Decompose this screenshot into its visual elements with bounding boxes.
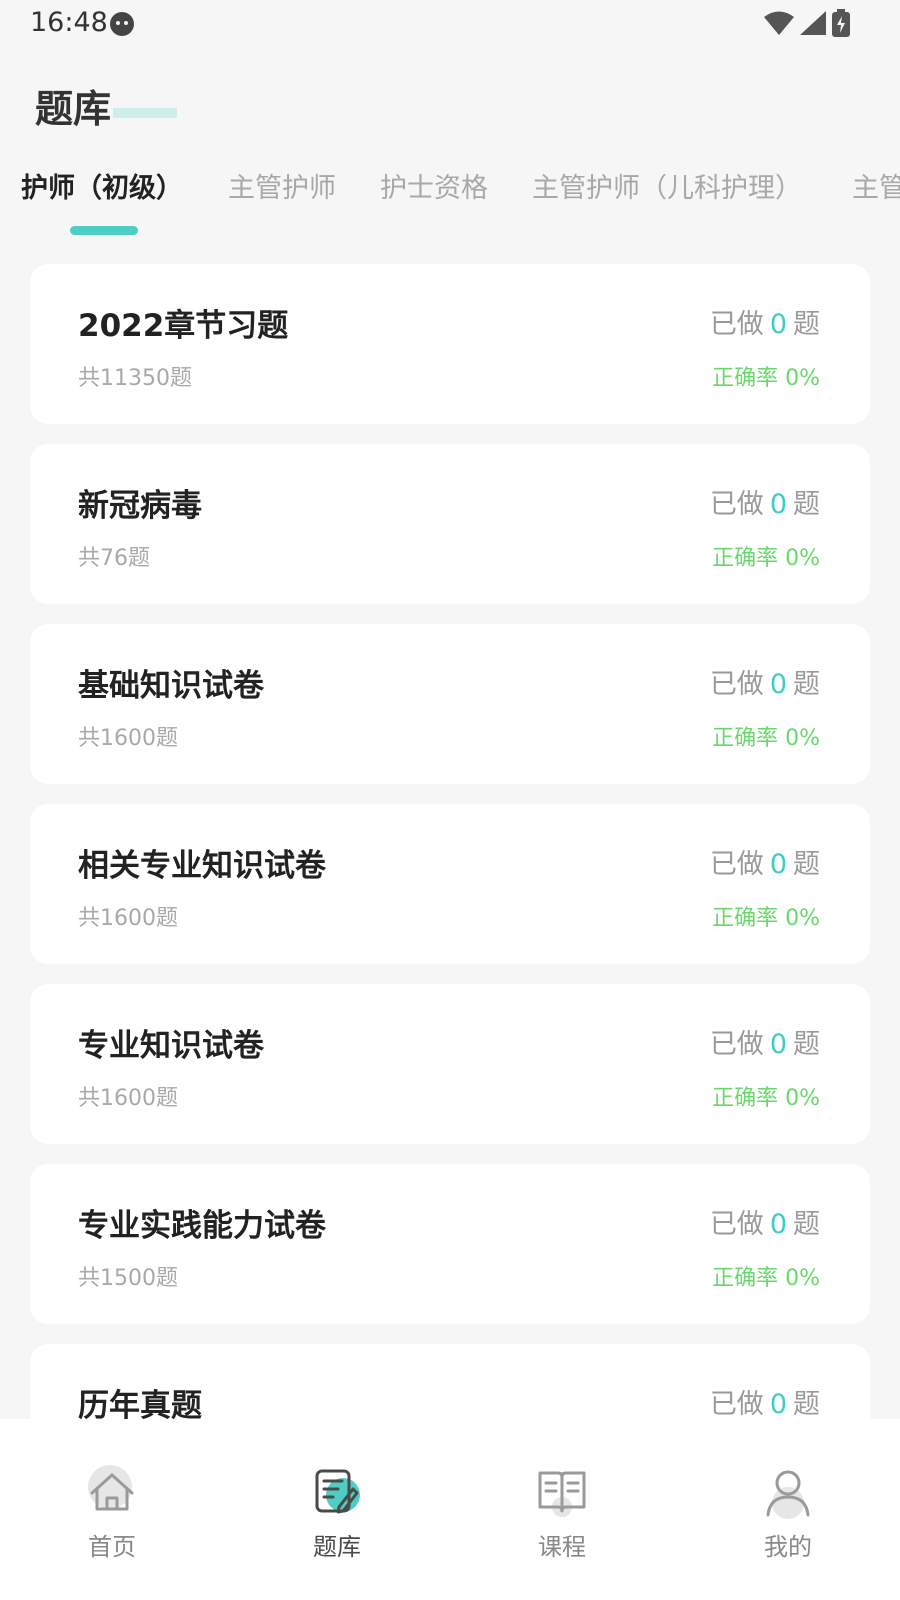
- title-accent-bar: [113, 108, 177, 118]
- bottom-nav: 首页 题库 课程 我的: [0, 1419, 900, 1600]
- status-bar: 16:48: [0, 0, 900, 48]
- status-icons: [764, 9, 850, 37]
- nav-courses[interactable]: 课程: [507, 1463, 617, 1562]
- card-accuracy: 正确率 0%: [712, 906, 820, 931]
- done-prefix: 已做: [709, 489, 764, 520]
- question-set-card[interactable]: 专业实践能力试卷 共1500题 已做 0 题 正确率 0%: [30, 1164, 870, 1324]
- done-prefix: 已做: [709, 1029, 764, 1060]
- card-done-count: 已做 0 题: [710, 482, 820, 521]
- tab-nurse-qualification[interactable]: 护士资格: [380, 166, 488, 205]
- notification-face-icon: [110, 12, 134, 36]
- done-prefix: 已做: [709, 669, 764, 700]
- card-question-count: 共1600题: [78, 906, 178, 931]
- card-done-count: 已做 0 题: [710, 1022, 820, 1061]
- done-suffix: 题: [793, 1389, 820, 1419]
- card-title: 基础知识试卷: [78, 668, 264, 704]
- battery-icon: [832, 9, 850, 37]
- done-suffix: 题: [793, 309, 820, 340]
- user-icon: [766, 1470, 810, 1519]
- done-suffix: 题: [793, 669, 820, 700]
- question-bank-icon: [315, 1469, 360, 1514]
- done-prefix: 已做: [709, 849, 764, 880]
- question-set-card[interactable]: 基础知识试卷 共1600题 已做 0 题 正确率 0%: [30, 624, 870, 784]
- done-suffix: 题: [793, 1209, 820, 1240]
- card-accuracy: 正确率 0%: [712, 1266, 820, 1291]
- card-done-count: 已做 0 题: [710, 302, 820, 341]
- home-icon: [88, 1465, 134, 1511]
- tab-supervisor-more[interactable]: 主管: [852, 166, 900, 205]
- done-value: 0: [769, 1209, 787, 1240]
- done-value: 0: [769, 489, 787, 520]
- page-title: 题库: [35, 87, 112, 131]
- tab-supervisor-nurse-pediatrics[interactable]: 主管护师（儿科护理）: [532, 166, 802, 205]
- page-title-wrap: 题库: [35, 78, 177, 133]
- nav-home[interactable]: 首页: [57, 1463, 167, 1562]
- card-accuracy: 正确率 0%: [712, 366, 820, 391]
- nav-question-bank-label: 题库: [313, 1533, 361, 1561]
- card-question-count: 共1600题: [78, 726, 178, 751]
- nav-home-label: 首页: [88, 1533, 136, 1561]
- nav-courses-label: 课程: [538, 1533, 586, 1561]
- card-done-count: 已做 0 题: [710, 662, 820, 701]
- book-icon: [538, 1471, 586, 1517]
- done-value: 0: [769, 849, 787, 880]
- done-prefix: 已做: [709, 1389, 764, 1419]
- card-question-count: 共1600题: [78, 1086, 178, 1111]
- done-value: 0: [769, 1029, 787, 1060]
- done-suffix: 题: [793, 489, 820, 520]
- question-set-card[interactable]: 新冠病毒 共76题 已做 0 题 正确率 0%: [30, 444, 870, 604]
- card-title: 2022章节习题: [78, 308, 289, 344]
- question-set-card[interactable]: 历年真题 已做 0 题: [30, 1344, 870, 1419]
- tab-active-indicator: [70, 226, 138, 235]
- card-title: 专业实践能力试卷: [78, 1208, 326, 1244]
- category-tabs: 护师（初级） 主管护师 护士资格 主管护师（儿科护理） 主管: [0, 162, 900, 242]
- question-set-list: 2022章节习题 共11350题 已做 0 题 正确率 0% 新冠病毒 共76题 已…: [30, 264, 870, 1419]
- card-question-count: 共11350题: [78, 366, 192, 391]
- card-question-count: 共1500题: [78, 1266, 178, 1291]
- card-accuracy: 正确率 0%: [712, 546, 820, 571]
- card-question-count: 共76题: [78, 546, 150, 571]
- card-accuracy: 正确率 0%: [712, 726, 820, 751]
- nav-question-bank[interactable]: 题库: [282, 1463, 392, 1562]
- question-set-card[interactable]: 相关专业知识试卷 共1600题 已做 0 题 正确率 0%: [30, 804, 870, 964]
- tab-nurse-junior[interactable]: 护师（初级）: [21, 166, 183, 205]
- question-set-card[interactable]: 2022章节习题 共11350题 已做 0 题 正确率 0%: [30, 264, 870, 424]
- card-accuracy: 正确率 0%: [712, 1086, 820, 1111]
- done-prefix: 已做: [709, 309, 764, 340]
- card-title: 专业知识试卷: [78, 1028, 264, 1064]
- card-title: 相关专业知识试卷: [78, 848, 326, 884]
- done-suffix: 题: [793, 849, 820, 880]
- card-done-count: 已做 0 题: [710, 842, 820, 881]
- done-value: 0: [769, 309, 787, 340]
- signal-icon: [800, 11, 826, 35]
- done-prefix: 已做: [709, 1209, 764, 1240]
- status-time: 16:48: [30, 7, 108, 38]
- wifi-icon: [764, 11, 794, 35]
- card-done-count: 已做 0 题: [710, 1382, 820, 1419]
- done-value: 0: [769, 1389, 787, 1419]
- done-value: 0: [769, 669, 787, 700]
- nav-mine-label: 我的: [764, 1533, 812, 1561]
- card-title: 历年真题: [78, 1388, 202, 1419]
- question-set-card[interactable]: 专业知识试卷 共1600题 已做 0 题 正确率 0%: [30, 984, 870, 1144]
- card-done-count: 已做 0 题: [710, 1202, 820, 1241]
- tab-supervisor-nurse[interactable]: 主管护师: [228, 166, 336, 205]
- card-title: 新冠病毒: [78, 488, 202, 524]
- nav-mine[interactable]: 我的: [733, 1463, 843, 1562]
- done-suffix: 题: [793, 1029, 820, 1060]
